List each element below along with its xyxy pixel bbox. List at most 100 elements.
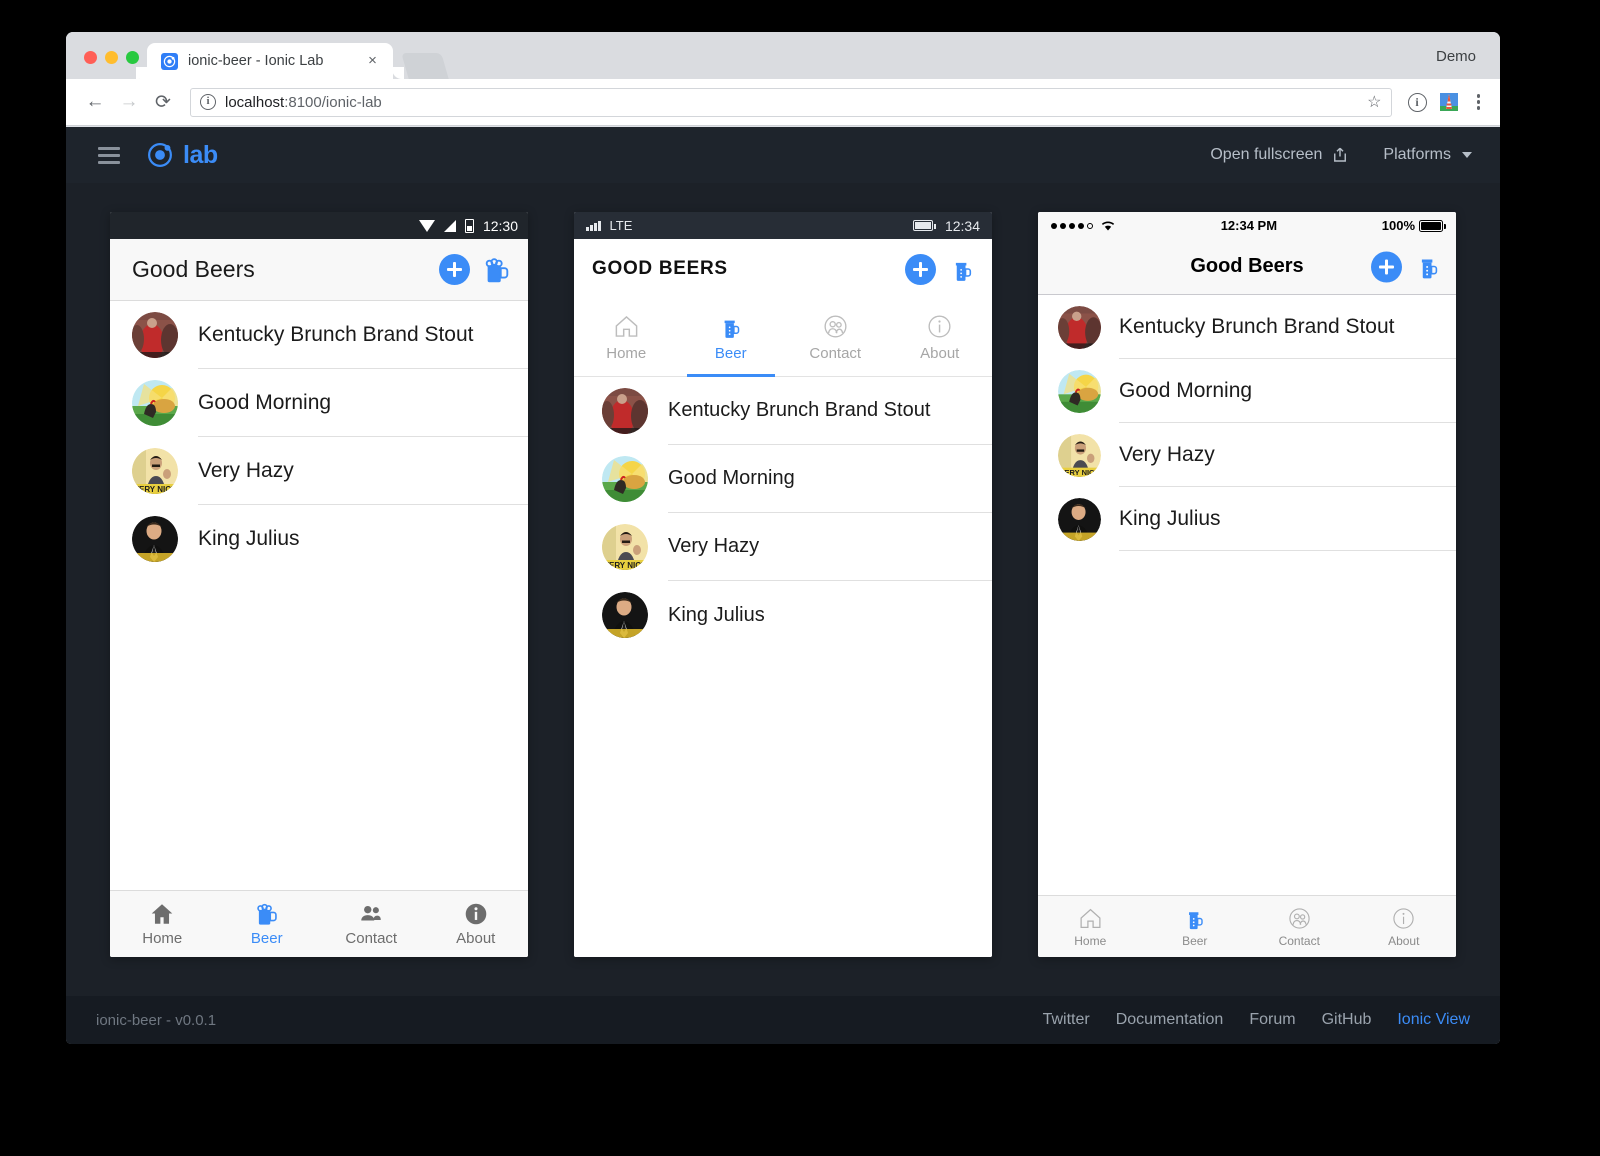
- signal-dots-icon: [1051, 222, 1093, 229]
- reload-icon[interactable]: ⟳: [148, 87, 178, 117]
- add-button[interactable]: [439, 254, 470, 285]
- new-tab-button[interactable]: [401, 53, 449, 79]
- tab-home[interactable]: Home: [574, 299, 679, 376]
- status-time: 12:34 PM: [1220, 218, 1278, 233]
- tab-contact[interactable]: Contact: [319, 891, 424, 957]
- beer-label-wrap: Very Hazy: [198, 437, 528, 505]
- tab-home[interactable]: Home: [1038, 896, 1143, 957]
- beer-name: King Julius: [1119, 506, 1221, 530]
- footer-link-twitter[interactable]: Twitter: [1043, 1011, 1090, 1029]
- kebab-menu-icon[interactable]: [1471, 94, 1487, 110]
- footer-link-forum[interactable]: Forum: [1249, 1011, 1295, 1029]
- beer-mug-icon[interactable]: [948, 255, 976, 283]
- add-button[interactable]: [1371, 251, 1402, 282]
- open-fullscreen-button[interactable]: Open fullscreen: [1210, 146, 1349, 164]
- home-icon: [151, 904, 173, 924]
- beer-name: Very Hazy: [1119, 442, 1215, 466]
- battery-icon: [912, 220, 936, 231]
- list-item[interactable]: VERY NICE Very Hazy: [132, 437, 528, 505]
- beer-mug-icon[interactable]: [1414, 253, 1442, 281]
- avatar-rooster-sunrise: [602, 456, 648, 502]
- footer-link-documentation[interactable]: Documentation: [1116, 1011, 1224, 1029]
- tab-contact[interactable]: Contact: [1247, 896, 1352, 957]
- status-time: 12:30: [482, 217, 518, 234]
- ios-tabbar: Home Beer Contact About: [1038, 895, 1456, 957]
- share-external-icon: [1334, 147, 1347, 162]
- svg-text:VERY NICE: VERY NICE: [134, 485, 177, 494]
- contacts-icon: [824, 315, 847, 338]
- battery-icon: [1419, 219, 1446, 232]
- list-item[interactable]: King Julius: [1058, 487, 1456, 551]
- list-item[interactable]: Good Morning: [602, 445, 992, 513]
- platforms-dropdown[interactable]: Platforms: [1383, 146, 1472, 164]
- avatar-man-suit: [1058, 497, 1101, 541]
- maximize-window-button[interactable]: [126, 51, 139, 64]
- open-fullscreen-label: Open fullscreen: [1210, 146, 1323, 163]
- list-item[interactable]: King Julius: [132, 505, 528, 573]
- navbar-actions: [439, 254, 512, 285]
- list-item[interactable]: Kentucky Brunch Brand Stout: [1058, 295, 1456, 359]
- list-item[interactable]: Good Morning: [132, 369, 528, 437]
- close-window-button[interactable]: [84, 51, 97, 64]
- list-item[interactable]: Kentucky Brunch Brand Stout: [132, 301, 528, 369]
- back-icon[interactable]: ←: [80, 87, 110, 117]
- address-bar[interactable]: i localhost:8100/ionic-lab ☆: [190, 87, 1392, 117]
- list-item[interactable]: King Julius: [602, 581, 992, 649]
- tab-about[interactable]: About: [888, 299, 993, 376]
- list-item[interactable]: VERY NICE Very Hazy: [1058, 423, 1456, 487]
- tab-beer[interactable]: Beer: [215, 891, 320, 957]
- footer-link-ionic-view[interactable]: Ionic View: [1397, 1011, 1470, 1029]
- android-tabbar: Home Beer Contact About: [110, 890, 528, 957]
- footer-links: Twitter Documentation Forum GitHub Ionic…: [1043, 1011, 1470, 1029]
- add-button[interactable]: [905, 253, 936, 285]
- avatar-very-nice: VERY NICE: [602, 524, 648, 570]
- tab-about[interactable]: About: [424, 891, 529, 957]
- avatar-red-crowd: [602, 388, 648, 434]
- ionic-logo-icon: [148, 143, 172, 167]
- tab-home[interactable]: Home: [110, 891, 215, 957]
- lab-footer: ionic-beer - v0.0.1 Twitter Documentatio…: [66, 996, 1500, 1044]
- tab-label: Beer: [250, 930, 283, 947]
- site-info-icon[interactable]: i: [200, 94, 216, 110]
- minimize-window-button[interactable]: [105, 51, 118, 64]
- hamburger-menu-icon[interactable]: [94, 141, 124, 170]
- navbar-actions: [905, 253, 976, 285]
- page-title: GOOD BEERS: [592, 258, 728, 279]
- page-info-icon[interactable]: i: [1407, 92, 1427, 112]
- app-version: ionic-beer - v0.0.1: [96, 1011, 217, 1029]
- tab-label: Home: [142, 930, 183, 947]
- beer-name: King Julius: [668, 603, 765, 626]
- tab-beer[interactable]: Beer: [679, 299, 784, 377]
- chevron-down-icon: [1462, 152, 1472, 158]
- signal-bars-icon: [586, 220, 601, 231]
- device-previews: 12:30 Good Beers Kentucky Brunch Brand S…: [66, 183, 1500, 996]
- svg-text:VERY NICE: VERY NICE: [604, 561, 647, 570]
- browser-window: ionic-beer - Ionic Lab × Demo ← → ⟳ i lo…: [66, 32, 1500, 1044]
- bookmark-icon[interactable]: ☆: [1367, 92, 1381, 112]
- ios-navbar: Good Beers: [1038, 239, 1456, 295]
- profile-label[interactable]: Demo: [1436, 48, 1500, 79]
- android-status-bar: 12:30: [110, 212, 528, 239]
- beer-label-wrap: Kentucky Brunch Brand Stout: [668, 377, 992, 445]
- lab-logo: lab: [146, 141, 218, 170]
- beer-mug-icon[interactable]: [482, 255, 512, 285]
- list-item[interactable]: Good Morning: [1058, 359, 1456, 423]
- info-icon: [465, 903, 487, 925]
- footer-link-github[interactable]: GitHub: [1322, 1011, 1372, 1029]
- browser-tab[interactable]: ionic-beer - Ionic Lab ×: [147, 43, 404, 79]
- avatar-red-crowd: [132, 312, 178, 358]
- list-item[interactable]: Kentucky Brunch Brand Stout: [602, 377, 992, 445]
- tab-contact[interactable]: Contact: [783, 299, 888, 376]
- ionic-logo-icon: [161, 52, 178, 70]
- page-title: Good Beers: [1190, 255, 1304, 277]
- forward-icon[interactable]: →: [114, 87, 144, 117]
- tab-about[interactable]: About: [1352, 896, 1457, 957]
- avatar-very-nice: VERY NICE: [132, 448, 178, 494]
- windows-navbar: GOOD BEERS: [574, 239, 992, 299]
- tab-beer[interactable]: Beer: [1143, 896, 1248, 957]
- device-preview-android: 12:30 Good Beers Kentucky Brunch Brand S…: [110, 212, 528, 957]
- close-icon[interactable]: ×: [364, 52, 381, 70]
- platforms-label: Platforms: [1383, 146, 1451, 163]
- lighthouse-icon[interactable]: [1439, 92, 1459, 112]
- list-item[interactable]: VERY NICE Very Hazy: [602, 513, 992, 581]
